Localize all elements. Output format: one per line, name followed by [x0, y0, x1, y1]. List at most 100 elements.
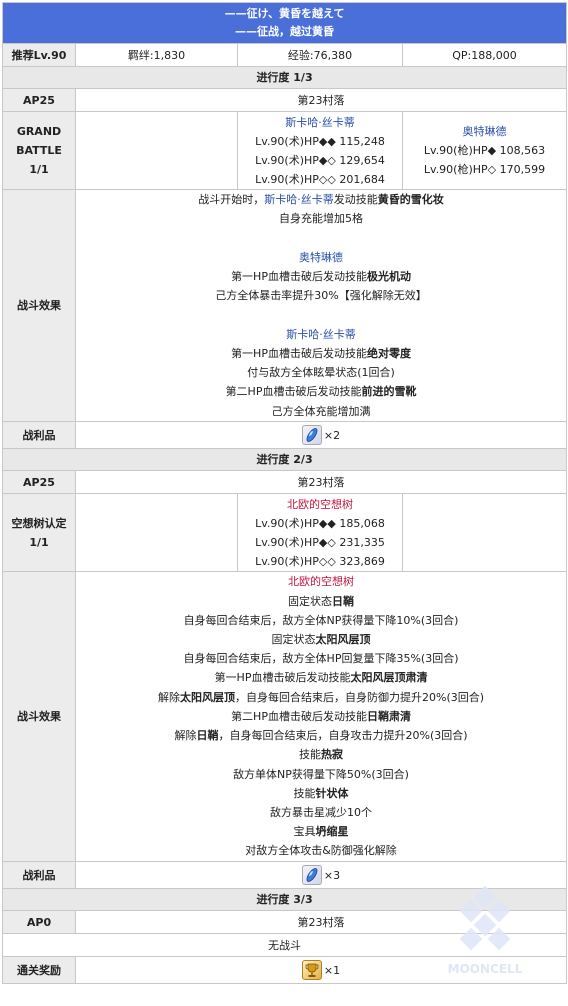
loot-count: ×2 — [323, 428, 341, 442]
effect-line: 自身充能增加5格 — [279, 212, 364, 226]
state-name: 太阳风层顶 — [180, 690, 235, 704]
enemy-slot-fantasy-tree: 北欧的空想树 Lv.90(术)HP◆◆ 185,068 Lv.90(术)HP◆◇… — [237, 493, 403, 572]
mooncell-logo-icon: MOONCELL — [448, 885, 523, 976]
gem-item-icon[interactable] — [301, 425, 322, 445]
battle-label-line: GRAND — [16, 125, 62, 138]
effect-line: 自身每回合结束后，敌方全体NP获得量下降10%(3回合) — [183, 613, 459, 627]
skill-name: 绝对零度 — [366, 346, 411, 360]
reward-count: ×1 — [323, 963, 341, 977]
quest-title-jp: ——征け、黄昏を越えて — [224, 7, 345, 20]
effect-text: 发动技能 — [333, 193, 378, 207]
progress-2-loot-label: 战利品 — [2, 861, 76, 889]
progress-3-ap: AP0 — [2, 910, 76, 934]
effect-text: 第二HP血槽击破后发动技能 — [225, 385, 362, 399]
effect-line: 固定状态太阳风层顶 — [76, 630, 566, 649]
loot-count: ×3 — [323, 868, 341, 882]
enemy-hp-line: Lv.90(术)HP◆◆ 185,068 — [255, 516, 385, 530]
effect-spacer — [76, 229, 566, 248]
progress-2-title: 进行度 2/3 — [1, 448, 568, 471]
effect-line: 对敌方全体攻击&防御强化解除 — [245, 844, 397, 858]
progress-1-enemy-row: GRAND BATTLE 1/1 斯卡哈·丝卡蒂 Lv.90(术)HP◆◆ 11… — [2, 111, 568, 190]
progress-2-ap-row: AP25 第23村落 — [2, 470, 568, 494]
progress-2-effects: 北欧的空想树 固定状态日鞘 自身每回合结束后，敌方全体NP获得量下降10%(3回… — [74, 571, 568, 862]
progress-1-effects-label: 战斗效果 — [2, 189, 76, 422]
battle-label-line: BATTLE — [16, 144, 62, 157]
effect-text: 固定状态 — [288, 594, 333, 608]
effect-text: 战斗开始时， — [198, 193, 265, 207]
watermark-text: MOONCELL — [448, 962, 523, 976]
effect-text: ，自身每回合结束后，自身攻击力提升20%(3回合) — [218, 729, 468, 743]
enemy-hp-line: Lv.90(术)HP◆◇ 231,335 — [255, 535, 385, 549]
progress-1-battle-label: GRAND BATTLE 1/1 — [2, 111, 76, 190]
bond-value: 羁绊:1,830 — [75, 43, 238, 67]
enemy-name-link[interactable]: 奥特琳德 — [403, 122, 566, 141]
effect-line: 第二HP血槽击破后发动技能前进的雪靴 — [76, 382, 566, 401]
enemy-hp-line: Lv.90(枪)HP◆ 108,563 — [423, 144, 546, 157]
exp-value: 经验:76,380 — [237, 43, 403, 67]
skill-name: 太阳风层顶肃清 — [350, 671, 428, 685]
reward-label: 通关奖励 — [2, 956, 76, 984]
quest-info-table: ——征け、黄昏を越えて ——征战，越过黄昏 推荐Lv.90 羁绊:1,830 经… — [1, 2, 568, 984]
effect-line: 技能针状体 — [76, 784, 566, 803]
enemy-slot-ortlinde: 奥特琳德 Lv.90(枪)HP◆ 108,563 Lv.90(枪)HP◇ 170… — [401, 111, 568, 190]
enemy-slot-empty — [75, 493, 238, 572]
enemy-hp-line: Lv.90(术)HP◇◇ 201,684 — [255, 172, 385, 186]
skill-name: 针状体 — [315, 786, 349, 800]
progress-2-battle-label: 空想树认定 1/1 — [2, 493, 76, 572]
effect-text: 宝具 — [293, 825, 316, 839]
effect-line: 自身每回合结束后，敌方全体HP回复量下降35%(3回合) — [183, 652, 459, 666]
effect-head-link[interactable]: 奥特琳德 — [76, 248, 566, 267]
progress-1-loot-label: 战利品 — [2, 421, 76, 449]
progress-2-effects-label: 战斗效果 — [2, 571, 76, 862]
enemy-hp-line: Lv.90(术)HP◇◇ 323,869 — [255, 554, 385, 568]
enemy-slot-empty — [401, 493, 568, 572]
effect-text: ，自身每回合结束后，自身防御力提升20%(3回合) — [235, 690, 485, 704]
summary-row: 推荐Lv.90 羁绊:1,830 经验:76,380 QP:188,000 — [2, 43, 568, 67]
effect-text: 技能 — [293, 786, 316, 800]
effect-line: 敌方暴击星减少10个 — [270, 805, 373, 819]
effect-line: 第二HP血槽击破后发动技能日鞘肃清 — [76, 707, 566, 726]
progress-1-effects: 战斗开始时，斯卡哈·丝卡蒂发动技能黄昏的雪化妆 自身充能增加5格 奥特琳德 第一… — [74, 189, 568, 422]
effect-head-link[interactable]: 北欧的空想树 — [76, 572, 566, 591]
enemy-hp-line: Lv.90(术)HP◆◇ 129,654 — [255, 153, 385, 167]
quest-title-cn: ——征战，越过黄昏 — [235, 25, 335, 38]
progress-1-effects-row: 战斗效果 战斗开始时，斯卡哈·丝卡蒂发动技能黄昏的雪化妆 自身充能增加5格 奥特… — [2, 189, 568, 422]
mooncell-watermark: MOONCELL — [433, 885, 537, 980]
progress-2-effects-row: 战斗效果 北欧的空想树 固定状态日鞘 自身每回合结束后，敌方全体NP获得量下降1… — [2, 571, 568, 862]
trophy-item-icon[interactable] — [301, 960, 322, 980]
progress-1-ap: AP25 — [2, 88, 76, 112]
progress-1-loot: ×2 — [74, 421, 568, 449]
battle-label-line: 1/1 — [29, 535, 49, 549]
effect-line: 己方全体暴击率提升30%【强化解除无效】 — [215, 289, 427, 303]
battle-label-line: 1/1 — [29, 163, 49, 176]
effect-line: 第一HP血槽击破后发动技能极光机动 — [76, 267, 566, 286]
progress-1-row: 进行度 1/3 — [1, 66, 568, 89]
effect-text: 第一HP血槽击破后发动技能 — [214, 671, 351, 685]
progress-1-loot-row: 战利品 ×2 — [2, 421, 568, 449]
effect-text: 技能 — [299, 748, 322, 762]
progress-2-enemy-row: 空想树认定 1/1 北欧的空想树 Lv.90(术)HP◆◆ 185,068 Lv… — [2, 493, 568, 572]
progress-2-row: 进行度 2/3 — [1, 448, 568, 471]
qp-value: QP:188,000 — [401, 43, 568, 67]
skill-name: 日鞘肃清 — [366, 709, 411, 723]
enemy-hp-line: Lv.90(术)HP◆◆ 115,248 — [255, 134, 385, 148]
effect-text: 第二HP血槽击破后发动技能 — [231, 709, 367, 723]
recommended-level: 推荐Lv.90 — [2, 43, 76, 67]
progress-2-ap: AP25 — [2, 470, 76, 494]
progress-2-location: 第23村落 — [74, 470, 568, 494]
skill-name: 前进的雪靴 — [361, 385, 417, 399]
enemy-hp-line: Lv.90(枪)HP◇ 170,599 — [423, 163, 546, 176]
effect-head-link[interactable]: 斯卡哈·丝卡蒂 — [76, 325, 566, 344]
servant-link[interactable]: 斯卡哈·丝卡蒂 — [264, 193, 334, 206]
state-name: 太阳风层顶 — [315, 633, 371, 647]
enemy-name-link[interactable]: 斯卡哈·丝卡蒂 — [238, 113, 402, 132]
quest-info-table-wrapper: ——征け、黄昏を越えて ——征战，越过黄昏 推荐Lv.90 羁绊:1,830 经… — [1, 2, 568, 984]
enemy-name-link[interactable]: 北欧的空想树 — [238, 495, 402, 514]
battle-label-line: 空想树认定 — [11, 516, 67, 530]
quest-title: ——征け、黄昏を越えて ——征战，越过黄昏 — [1, 2, 568, 44]
effect-line: 解除太阳风层顶，自身每回合结束后，自身防御力提升20%(3回合) — [76, 688, 566, 707]
effect-text: 第一HP血槽击破后发动技能 — [231, 346, 367, 360]
gem-item-icon[interactable] — [301, 865, 322, 885]
skill-name: 热寂 — [321, 748, 344, 762]
skill-name: 极光机动 — [366, 270, 411, 284]
